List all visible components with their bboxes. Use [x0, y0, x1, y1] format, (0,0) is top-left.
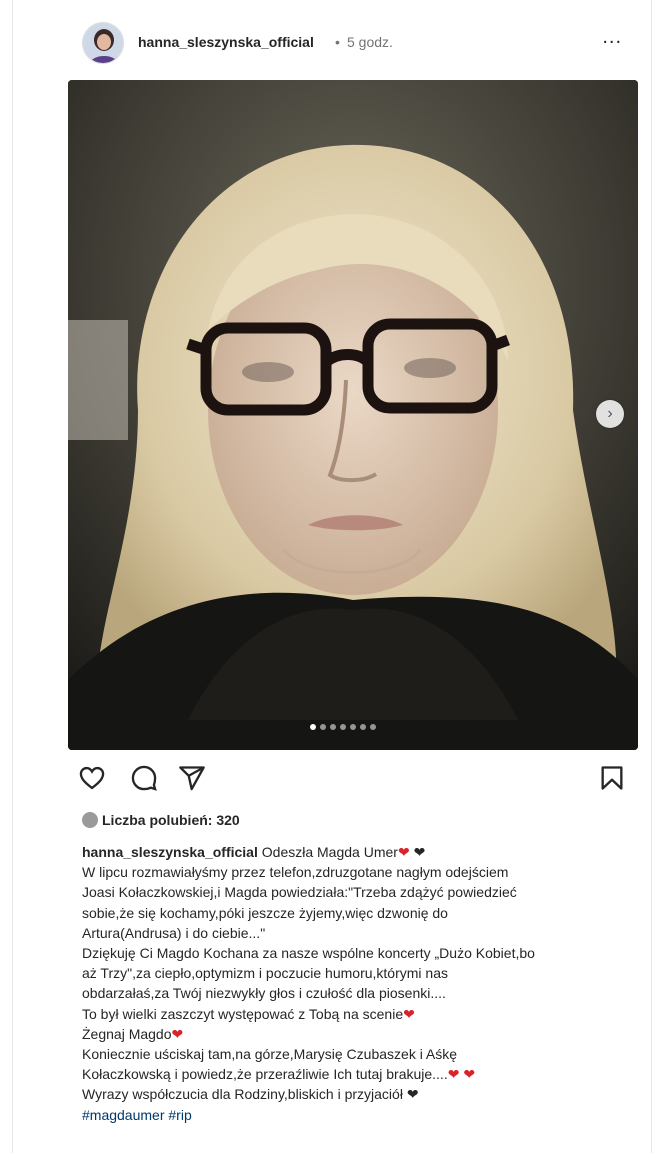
caption-line: sobie,że się kochamy,póki jeszcze żyjemy… — [82, 904, 448, 921]
caption-text: Wyrazy współczucia dla Rodziny,bliskich … — [82, 1086, 403, 1103]
carousel-dot — [330, 724, 336, 730]
black-heart-icon: ❤ — [413, 844, 426, 860]
carousel-dot — [370, 724, 376, 730]
red-heart-icon: ❤ — [447, 1066, 460, 1083]
caption-username[interactable]: hanna_sleszynska_official — [82, 844, 258, 860]
post-header: hanna_sleszynska_official • 5 godz. ... — [82, 22, 630, 66]
carousel-dot — [340, 724, 346, 730]
red-heart-icon: ❤ — [403, 1005, 415, 1022]
likes-count[interactable]: Liczba polubień: 320 — [82, 812, 240, 828]
avatar[interactable] — [82, 22, 124, 64]
caption-text: To był wielki zaszczyt występować z Tobą… — [82, 1005, 404, 1022]
more-icon[interactable]: ... — [602, 26, 622, 49]
liker-avatar-icon — [82, 812, 98, 828]
carousel-indicator — [310, 722, 376, 732]
caption-line: Artura(Andrusa) i do ciebie..." — [82, 924, 266, 941]
caption-text: Kołaczkowską i powiedz,że przeraźliwie I… — [82, 1066, 448, 1083]
carousel-dot — [310, 724, 316, 730]
likes-label: Liczba polubień: 320 — [102, 812, 240, 828]
chevron-right-icon[interactable]: › — [596, 400, 624, 428]
carousel-dot — [320, 724, 326, 730]
caption-line: obdarzałaś,za Twój niezwykły głos i czuł… — [82, 985, 446, 1002]
caption-line: Wyrazy współczucia dla Rodziny,bliskich … — [82, 1084, 638, 1104]
caption-line: To był wielki zaszczyt występować z Tobą… — [82, 1004, 638, 1024]
username[interactable]: hanna_sleszynska_official — [138, 34, 314, 50]
carousel-dot — [360, 724, 366, 730]
comment-icon[interactable] — [130, 764, 160, 794]
caption-text: Żegnaj Magdo — [82, 1025, 172, 1042]
action-bar — [78, 764, 634, 798]
red-heart-icon: ❤ — [463, 1066, 476, 1083]
post-time[interactable]: 5 godz. — [347, 34, 393, 50]
caption-line: Joasi Kołaczkowskiej,i Magda powiedziała… — [82, 884, 517, 901]
caption-line: hanna_sleszynska_official Odeszła Magda … — [82, 842, 638, 862]
separator-dot: • — [335, 34, 340, 50]
caption-text: Odeszła Magda Umer — [261, 844, 398, 860]
red-heart-icon: ❤ — [397, 844, 410, 860]
hashtags[interactable]: #magdaumer #rip — [82, 1105, 638, 1125]
black-heart-icon: ❤ — [406, 1086, 419, 1103]
post-image[interactable] — [68, 80, 638, 750]
caption-line: Dziękuję Ci Magdo Kochana za nasze wspól… — [82, 945, 535, 962]
red-heart-icon: ❤ — [171, 1025, 184, 1042]
caption-line: W lipcu rozmawiałyśmy przez telefon,zdru… — [82, 864, 509, 881]
caption-line: Żegnaj Magdo❤ — [82, 1024, 638, 1044]
caption-line: Kołaczkowską i powiedz,że przeraźliwie I… — [82, 1064, 638, 1084]
heart-icon[interactable] — [78, 764, 108, 794]
post-caption: hanna_sleszynska_official Odeszła Magda … — [82, 842, 638, 1125]
caption-line: aż Trzy",za ciepło,optymizm i poczucie h… — [82, 965, 448, 982]
share-icon[interactable] — [178, 764, 208, 794]
bookmark-icon[interactable] — [598, 764, 628, 794]
caption-line: Koniecznie uściskaj tam,na górze,Marysię… — [82, 1046, 458, 1063]
carousel-dot — [350, 724, 356, 730]
